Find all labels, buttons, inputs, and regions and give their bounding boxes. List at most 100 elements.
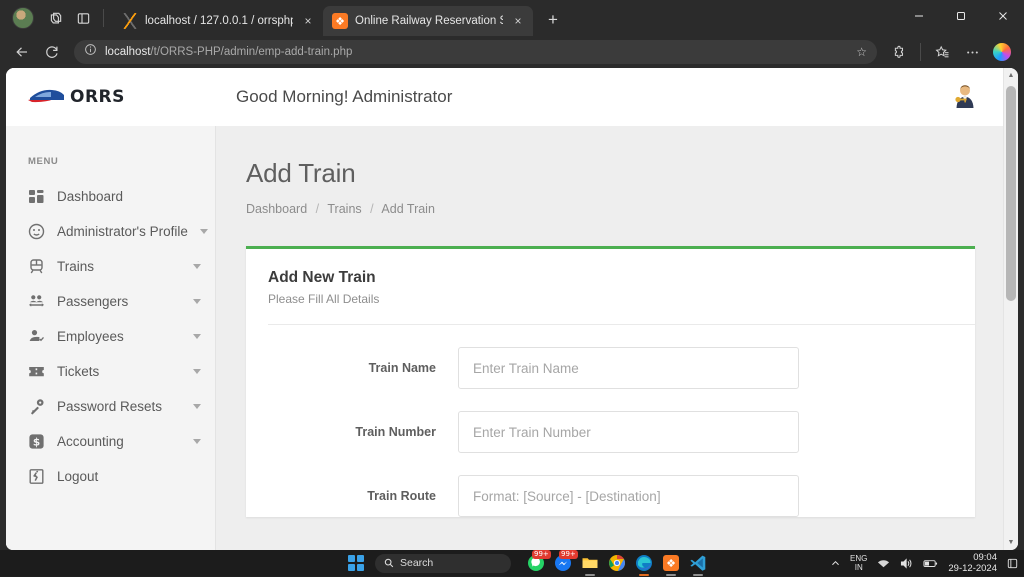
reload-icon[interactable]	[38, 39, 66, 65]
notification-badge: 99+	[559, 550, 578, 559]
favorites-icon[interactable]	[928, 39, 956, 65]
sidebar-item-label: Dashboard	[57, 189, 201, 204]
app-logo-text: ORRS	[70, 87, 125, 107]
breadcrumb-item-dashboard[interactable]: Dashboard	[246, 202, 307, 216]
edge-icon[interactable]	[635, 554, 653, 572]
logout-icon	[28, 468, 45, 485]
app-header: ORRS Good Morning! Administrator	[6, 68, 1003, 126]
taskbar-search-placeholder: Search	[400, 557, 433, 569]
notification-center-icon[interactable]	[1007, 558, 1018, 569]
maximize-button[interactable]	[940, 0, 982, 32]
battery-icon[interactable]	[923, 558, 938, 569]
card-subtitle: Please Fill All Details	[268, 292, 953, 306]
search-icon	[384, 558, 394, 568]
sidebar-item-administrators-profile[interactable]: Administrator's Profile	[6, 214, 215, 249]
sidebar-item-label: Logout	[57, 469, 201, 484]
copilot-icon[interactable]	[988, 39, 1016, 65]
sidebar-item-employees[interactable]: Employees	[6, 319, 215, 354]
whatsapp-icon[interactable]: 99+	[527, 554, 545, 572]
train-number-input[interactable]	[458, 411, 799, 453]
scroll-up-icon[interactable]: ▲	[1004, 68, 1018, 83]
taskbar-clock[interactable]: 09:04 29-12-2024	[948, 552, 997, 574]
train-name-input[interactable]	[458, 347, 799, 389]
messenger-icon[interactable]: 99+	[554, 554, 572, 572]
app-logo[interactable]: ORRS	[6, 86, 216, 108]
taskbar-search[interactable]: Search	[375, 554, 511, 573]
sidebar-item-password-resets[interactable]: Password Resets	[6, 389, 215, 424]
train-route-input[interactable]	[458, 475, 799, 517]
close-window-button[interactable]	[982, 0, 1024, 32]
browser-tab-phpmyadmin[interactable]: localhost / 127.0.0.1 / orrsphp / o ×	[113, 6, 323, 36]
train-icon	[28, 258, 45, 275]
add-train-card: Add New Train Please Fill All Details Tr…	[246, 246, 975, 517]
page-title: Add Train	[246, 158, 975, 189]
sidebar-item-dashboard[interactable]: Dashboard	[6, 179, 215, 214]
greeting-text: Good Morning! Administrator	[216, 87, 452, 107]
breadcrumb-item-add-train: Add Train	[381, 202, 435, 216]
tab-strip: localhost / 127.0.0.1 / orrsphp / o × ❖ …	[0, 0, 1024, 36]
back-icon[interactable]	[8, 39, 36, 65]
chevron-down-icon[interactable]	[200, 229, 208, 234]
tab-strip-left-controls	[0, 0, 113, 36]
wifi-icon[interactable]	[877, 558, 890, 569]
sidebar-item-label: Tickets	[57, 364, 181, 379]
sidebar-item-tickets[interactable]: Tickets	[6, 354, 215, 389]
address-bar[interactable]: localhost/t/ORRS-PHP/admin/emp-add-train…	[74, 40, 877, 64]
sidebar-item-accounting[interactable]: $ Accounting	[6, 424, 215, 459]
show-hidden-icons-icon[interactable]	[831, 559, 840, 568]
phpmyadmin-icon	[122, 13, 138, 29]
browser-toolbar: localhost/t/ORRS-PHP/admin/emp-add-train…	[0, 36, 1024, 68]
chevron-down-icon[interactable]	[193, 404, 201, 409]
xampp-icon[interactable]: ❖	[662, 554, 680, 572]
volume-icon[interactable]	[900, 558, 913, 569]
page-scrollbar[interactable]: ▲ ▼	[1003, 68, 1018, 550]
tab-strip-divider	[103, 9, 104, 27]
train-route-label: Train Route	[268, 489, 458, 503]
scrollbar-thumb[interactable]	[1006, 86, 1016, 301]
clock-time: 09:04	[973, 552, 997, 563]
chevron-down-icon[interactable]	[193, 369, 201, 374]
chevron-down-icon[interactable]	[193, 299, 201, 304]
new-tab-button[interactable]: +	[539, 6, 567, 34]
chevron-down-icon[interactable]	[193, 264, 201, 269]
site-info-icon[interactable]	[84, 43, 97, 61]
browser-profile-avatar[interactable]	[12, 7, 34, 29]
page-viewport: ORRS Good Morning! Administrator	[6, 68, 1018, 550]
chevron-down-icon[interactable]	[193, 334, 201, 339]
sidebar-item-passengers[interactable]: Passengers	[6, 284, 215, 319]
chrome-icon[interactable]	[608, 554, 626, 572]
chevron-down-icon[interactable]	[193, 439, 201, 444]
svg-text:$: $	[33, 436, 40, 448]
windows-taskbar: Search 99+ 99+	[0, 550, 1024, 576]
main-content: Add Train Dashboard / Trains / Add Train…	[216, 126, 1003, 550]
extensions-icon[interactable]	[885, 39, 913, 65]
minimize-button[interactable]	[898, 0, 940, 32]
tab-title: localhost / 127.0.0.1 / orrsphp / o	[145, 15, 293, 27]
settings-more-icon[interactable]	[958, 39, 986, 65]
tab-title: Online Railway Reservation System	[355, 15, 503, 27]
language-indicator[interactable]: ENG IN	[850, 554, 867, 572]
system-tray: ENG IN 09:04 29-12-2024	[831, 552, 1018, 574]
breadcrumb-item-trains[interactable]: Trains	[327, 202, 361, 216]
tab-actions-icon[interactable]	[70, 5, 96, 31]
sidebar-item-label: Trains	[57, 259, 181, 274]
sidebar-item-label: Administrator's Profile	[57, 224, 188, 239]
avatar[interactable]	[949, 82, 979, 112]
start-button-icon[interactable]	[348, 555, 365, 572]
svg-text:❖: ❖	[666, 557, 676, 570]
close-icon[interactable]: ×	[510, 13, 526, 29]
browser-tab-orrs[interactable]: ❖ Online Railway Reservation System ×	[323, 6, 533, 36]
sidebar-item-label: Employees	[57, 329, 181, 344]
vscode-icon[interactable]	[689, 554, 707, 572]
scroll-down-icon[interactable]: ▼	[1004, 535, 1018, 550]
file-explorer-icon[interactable]	[581, 554, 599, 572]
add-favorite-icon[interactable]: ☆	[856, 45, 867, 59]
sidebar-item-label: Passengers	[57, 294, 181, 309]
close-icon[interactable]: ×	[300, 13, 316, 29]
card-title: Add New Train	[268, 269, 953, 287]
form-row-train-number: Train Number	[268, 389, 953, 453]
sidebar-item-trains[interactable]: Trains	[6, 249, 215, 284]
form-row-train-route: Train Route	[268, 453, 953, 517]
workspaces-icon[interactable]	[42, 5, 68, 31]
sidebar-item-logout[interactable]: Logout	[6, 459, 215, 494]
